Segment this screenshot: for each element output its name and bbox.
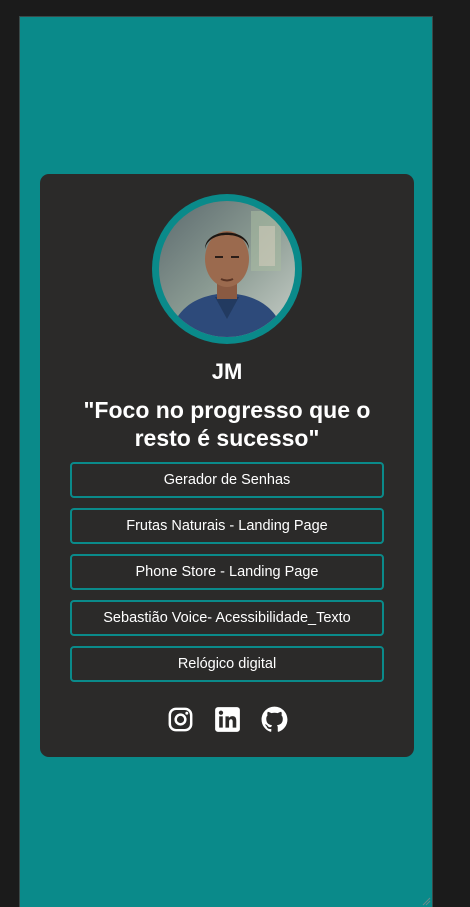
github-icon[interactable]: [261, 706, 288, 733]
profile-card: JM "Foco no progresso que o resto é suce…: [40, 174, 414, 757]
profile-name: JM: [211, 359, 243, 384]
link-button-gerador-de-senhas[interactable]: Gerador de Senhas: [70, 462, 384, 498]
avatar: [159, 201, 295, 337]
link-button-frutas-naturais[interactable]: Frutas Naturais - Landing Page: [70, 508, 384, 544]
link-button-phone-store[interactable]: Phone Store - Landing Page: [70, 554, 384, 590]
link-button-sebastiao-voice[interactable]: Sebastião Voice- Acessibilidade_Texto: [70, 600, 384, 636]
instagram-icon[interactable]: [167, 706, 194, 733]
link-button-relogico-digital[interactable]: Relógico digital: [70, 646, 384, 682]
linkedin-icon[interactable]: [214, 706, 241, 733]
resize-grip-icon[interactable]: [421, 896, 431, 906]
profile-quote: "Foco no progresso que o resto é sucesso…: [83, 397, 371, 451]
page-viewport: JM "Foco no progresso que o resto é suce…: [19, 16, 433, 907]
link-list: Gerador de Senhas Frutas Naturais - Land…: [70, 462, 384, 692]
social-links: [40, 706, 414, 733]
avatar-ring: [152, 194, 302, 344]
